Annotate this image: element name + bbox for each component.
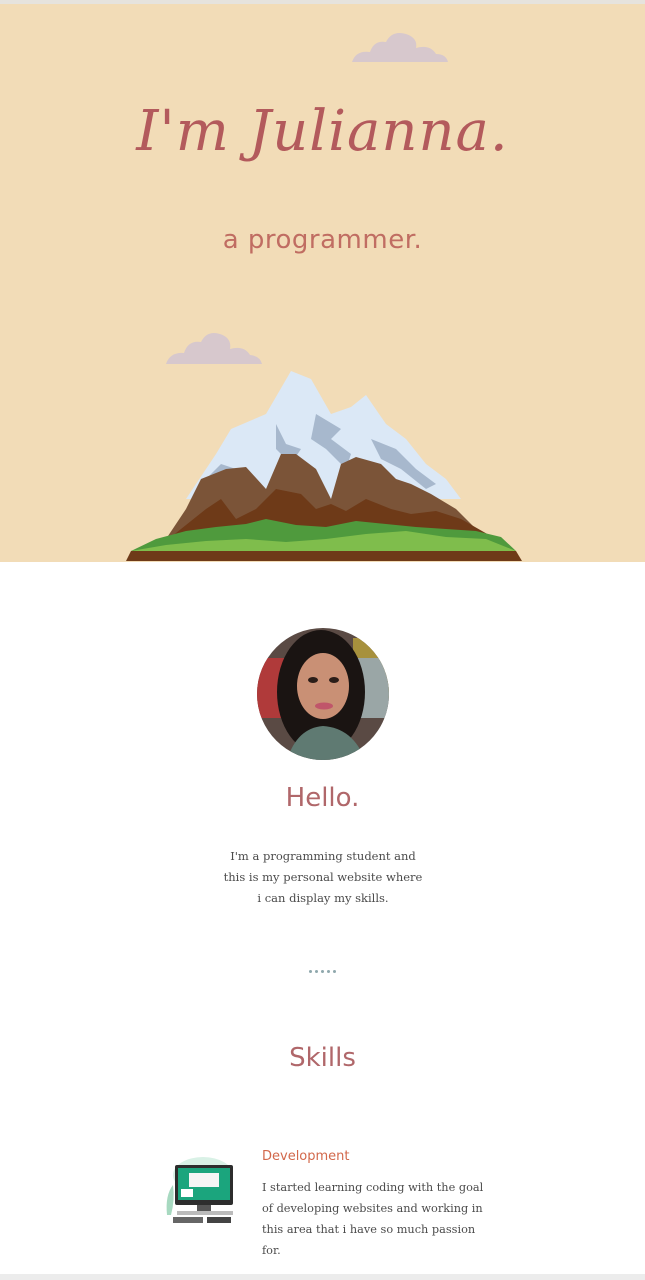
cloud-icon xyxy=(166,333,262,364)
mountain-illustration xyxy=(126,371,522,561)
skill-name: Development xyxy=(262,1149,350,1164)
cloud-icon xyxy=(352,33,448,62)
divider-dot xyxy=(333,970,336,973)
hero-title: I'm Julianna. xyxy=(136,99,509,164)
divider-dot xyxy=(309,970,312,973)
hello-heading: Hello. xyxy=(285,783,360,813)
bottom-strip xyxy=(0,1274,645,1280)
hero-section: I'm Julianna. a programmer. xyxy=(0,4,645,562)
hero-subtitle: a programmer. xyxy=(222,225,423,255)
page: I'm Julianna. a programmer. Hello. I'm a… xyxy=(0,0,645,1280)
divider-dot xyxy=(327,970,330,973)
divider-dot xyxy=(321,970,324,973)
skills-heading: Skills xyxy=(289,1043,356,1073)
intro-text: I'm a programming student and this is my… xyxy=(223,849,423,905)
skill-description: I started learning coding with the goal … xyxy=(262,1181,484,1257)
section-divider xyxy=(0,970,645,973)
computer-icon xyxy=(166,1157,233,1223)
avatar xyxy=(257,628,389,760)
divider-dot xyxy=(315,970,318,973)
